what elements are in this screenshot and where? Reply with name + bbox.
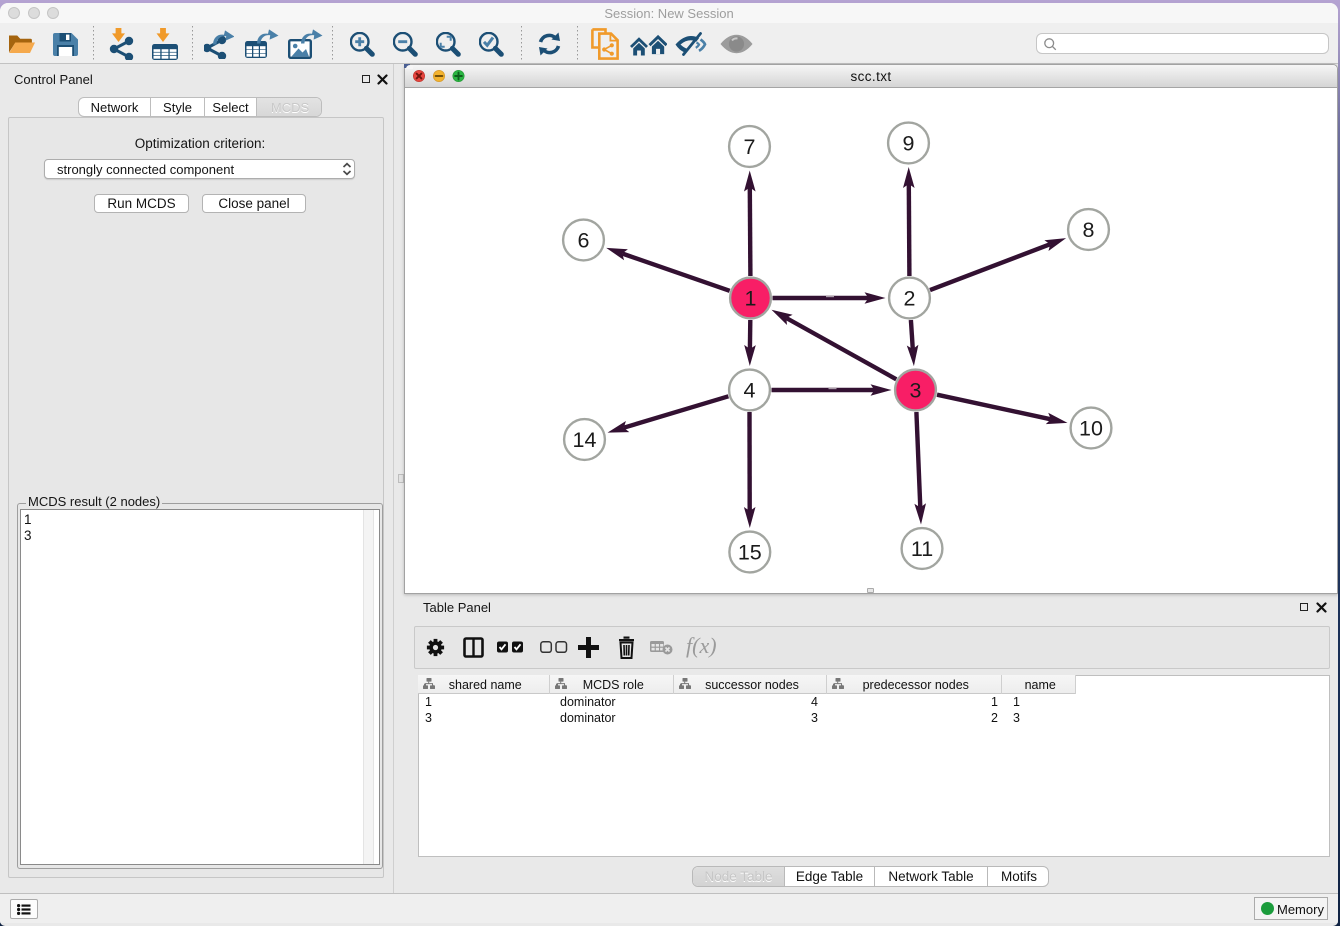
svg-text:10: 10 (1079, 417, 1103, 441)
svg-text:6: 6 (578, 229, 590, 253)
svg-text:14: 14 (573, 428, 597, 452)
svg-text:4: 4 (744, 379, 756, 403)
svg-text:7: 7 (744, 135, 756, 159)
svg-text:15: 15 (738, 541, 762, 565)
svg-text:9: 9 (903, 132, 915, 156)
svg-text:3: 3 (910, 379, 922, 403)
svg-text:8: 8 (1083, 218, 1095, 242)
svg-text:2: 2 (904, 287, 916, 311)
svg-text:1: 1 (745, 287, 757, 311)
svg-text:11: 11 (911, 537, 933, 561)
